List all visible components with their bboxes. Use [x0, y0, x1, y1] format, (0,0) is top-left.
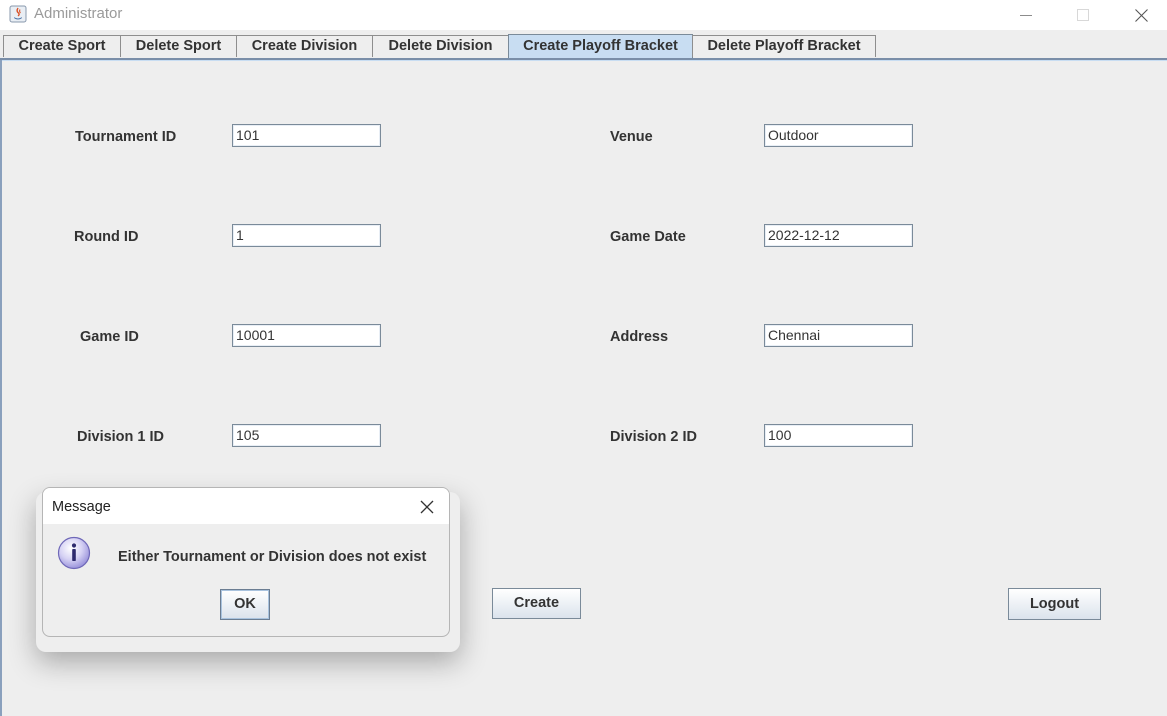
tab-underline-highlight: [0, 60, 1167, 61]
java-app-icon: [9, 5, 27, 23]
dialog-title: Message: [52, 499, 111, 515]
tab-bar: Create Sport Delete Sport Create Divisio…: [0, 30, 1167, 60]
minimize-button[interactable]: [1002, 0, 1050, 30]
info-icon: [57, 536, 91, 570]
round-id-label: Round ID: [74, 229, 139, 245]
game-id-label: Game ID: [80, 329, 139, 345]
title-bar: Administrator: [0, 0, 1167, 30]
tab-create-sport[interactable]: Create Sport: [3, 35, 121, 57]
address-label: Address: [610, 329, 669, 345]
game-id-input[interactable]: 10001: [232, 324, 381, 347]
venue-label: Venue: [610, 129, 653, 145]
division2-id-label: Division 2 ID: [610, 429, 698, 445]
dialog-message: Either Tournament or Division does not e…: [118, 549, 427, 565]
create-button[interactable]: Create: [492, 588, 581, 619]
tournament-id-label: Tournament ID: [75, 129, 177, 145]
logout-button[interactable]: Logout: [1008, 588, 1101, 620]
round-id-input[interactable]: 1: [232, 224, 381, 247]
tournament-id-input[interactable]: 101: [232, 124, 381, 147]
minimize-icon: [1020, 15, 1032, 16]
division2-id-input[interactable]: 100: [764, 424, 913, 447]
window-title: Administrator: [34, 5, 123, 22]
message-dialog: Message Either Tournament or Division do…: [42, 487, 450, 637]
game-date-input[interactable]: 2022-12-12: [764, 224, 913, 247]
close-button[interactable]: [1117, 0, 1165, 30]
venue-input[interactable]: Outdoor: [764, 124, 913, 147]
division1-id-input[interactable]: 105: [232, 424, 381, 447]
ok-button[interactable]: OK: [220, 589, 270, 620]
tab-create-playoff-bracket[interactable]: Create Playoff Bracket: [508, 34, 693, 58]
tab-delete-sport[interactable]: Delete Sport: [120, 35, 237, 57]
division1-id-label: Division 1 ID: [77, 429, 165, 445]
maximize-button[interactable]: [1059, 0, 1107, 30]
tab-delete-playoff-bracket[interactable]: Delete Playoff Bracket: [692, 35, 876, 57]
dialog-close-icon[interactable]: [417, 497, 437, 517]
maximize-icon: [1077, 9, 1089, 21]
tab-delete-division[interactable]: Delete Division: [372, 35, 509, 57]
tab-create-division[interactable]: Create Division: [236, 35, 373, 57]
close-icon: [1134, 8, 1148, 22]
address-input[interactable]: Chennai: [764, 324, 913, 347]
dialog-title-bar: Message: [43, 488, 449, 524]
panel-left-border: [0, 60, 2, 716]
game-date-label: Game Date: [610, 229, 686, 245]
